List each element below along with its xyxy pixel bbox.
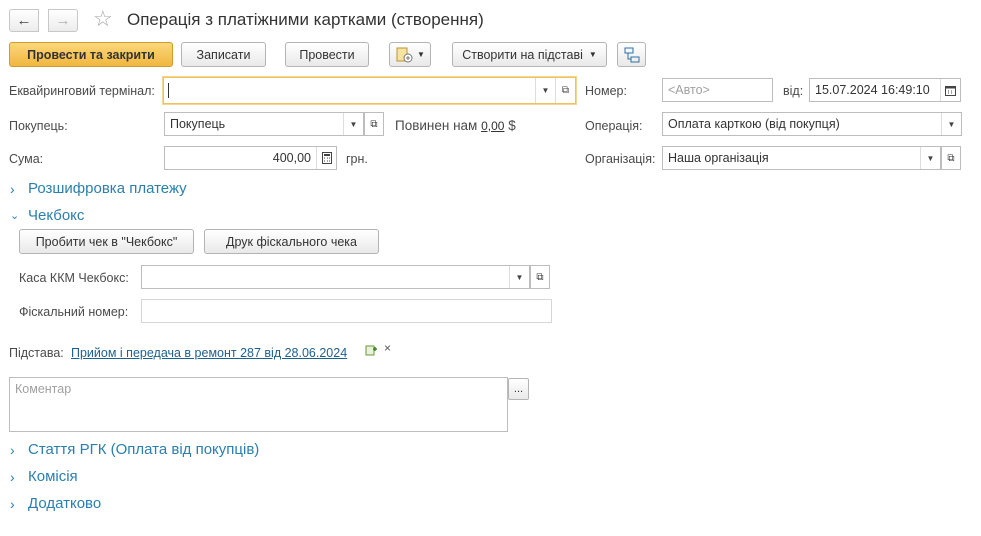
date-label: від:	[783, 84, 804, 98]
date-value: 15.07.2024 16:49:10	[815, 83, 930, 97]
cash-register-field[interactable]: ▼	[141, 265, 530, 289]
structure-button[interactable]	[617, 42, 646, 67]
sum-value: 400,00	[272, 151, 311, 165]
save-button[interactable]: Записати	[181, 42, 266, 67]
section-payment-breakdown[interactable]: › Розшифровка платежу	[10, 180, 187, 197]
date-field[interactable]: 15.07.2024 16:49:10	[809, 78, 961, 102]
dropdown-arrow-icon[interactable]: ▼	[535, 78, 555, 103]
section-checkbox[interactable]: ⌄ Чекбокс	[10, 207, 84, 224]
basis-label: Підстава:	[9, 346, 64, 360]
basis-link[interactable]: Прийом і передача в ремонт 287 від 28.06…	[71, 346, 347, 360]
operation-field[interactable]: Оплата карткою (від покупця) ▼	[662, 112, 962, 136]
print-menu-button[interactable]: ▼	[389, 42, 431, 67]
section-rgk[interactable]: › Стаття РГК (Оплата від покупців)	[10, 441, 259, 458]
add-basis-icon[interactable]	[365, 344, 377, 359]
buyer-value: Покупець	[170, 117, 226, 131]
organization-value: Наша організація	[668, 151, 769, 165]
create-based-on-button[interactable]: Створити на підставі ▼	[452, 42, 607, 67]
operation-label: Операція:	[585, 119, 643, 133]
chevron-right-icon: ›	[10, 180, 15, 197]
section-commission-label: Комісія	[28, 468, 78, 485]
comment-open-button[interactable]: ...	[508, 378, 529, 400]
hierarchy-icon	[624, 47, 639, 62]
section-checkbox-label: Чекбокс	[28, 207, 85, 224]
sum-label: Сума:	[9, 152, 44, 166]
open-icon: ⧉	[947, 152, 955, 164]
fiscal-number-field[interactable]	[141, 299, 552, 323]
dropdown-arrow-icon[interactable]: ▼	[941, 113, 961, 135]
chevron-down-icon: ⌄	[10, 210, 20, 222]
dropdown-arrow-icon[interactable]: ▼	[509, 266, 529, 288]
section-commission[interactable]: › Комісія	[10, 468, 78, 485]
chevron-down-icon: ▼	[588, 50, 597, 59]
section-additional[interactable]: › Додатково	[10, 495, 101, 512]
print-check-checkbox-button[interactable]: Пробити чек в "Чекбокс"	[19, 229, 194, 254]
buyer-label: Покупець:	[9, 119, 68, 133]
fiscal-number-label: Фіскальний номер:	[19, 305, 129, 319]
sum-field[interactable]: 400,00	[164, 146, 337, 170]
owes-text: Повинен нам 0,00 $	[395, 118, 516, 133]
forward-button[interactable]: →	[48, 9, 78, 32]
create-based-on-label: Створити на підставі	[462, 47, 583, 62]
open-icon: ⧉	[370, 118, 378, 130]
comment-placeholder: Коментар	[15, 382, 72, 396]
post-and-close-button[interactable]: Провести та закрити	[9, 42, 173, 67]
text-cursor	[168, 83, 169, 98]
sum-currency: грн.	[346, 152, 368, 166]
chevron-right-icon: ›	[10, 495, 15, 512]
organization-field[interactable]: Наша організація ▼	[662, 146, 941, 170]
section-rgk-label: Стаття РГК (Оплата від покупців)	[28, 441, 260, 458]
chevron-right-icon: ›	[10, 441, 15, 458]
terminal-field[interactable]: ▼ ⧉	[163, 77, 576, 104]
organization-open-button[interactable]: ⧉	[941, 146, 961, 170]
buyer-field[interactable]: Покупець ▼	[164, 112, 364, 136]
dropdown-arrow-icon[interactable]: ▼	[920, 147, 940, 169]
open-icon: ⧉	[536, 271, 544, 283]
number-label: Номер:	[585, 84, 627, 98]
section-payment-breakdown-label: Розшифровка платежу	[28, 180, 187, 197]
cash-register-label: Каса ККМ Чекбокс:	[19, 271, 129, 285]
number-placeholder: <Авто>	[668, 83, 710, 97]
number-field[interactable]: <Авто>	[662, 78, 773, 102]
comment-field[interactable]: Коментар	[9, 377, 508, 432]
organization-label: Організація:	[585, 152, 656, 166]
star-icon[interactable]: ☆	[93, 6, 113, 32]
owes-value[interactable]: 0,00	[481, 119, 504, 133]
arrow-left-icon: ←	[16, 12, 32, 29]
open-icon[interactable]: ⧉	[555, 78, 575, 103]
back-button[interactable]: ←	[9, 9, 39, 32]
operation-value: Оплата карткою (від покупця)	[668, 117, 840, 131]
print-fiscal-check-button[interactable]: Друк фіскального чека	[204, 229, 379, 254]
section-additional-label: Додатково	[28, 495, 102, 512]
arrow-right-icon: →	[55, 12, 71, 29]
document-print-icon	[396, 47, 413, 62]
post-button[interactable]: Провести	[285, 42, 369, 67]
owes-currency: $	[508, 118, 516, 133]
cash-register-open-button[interactable]: ⧉	[530, 265, 550, 289]
chevron-right-icon: ›	[10, 468, 15, 485]
owes-label: Повинен нам	[395, 118, 478, 133]
page-title: Операція з платіжними картками (створенн…	[127, 10, 484, 29]
calculator-icon[interactable]	[316, 147, 336, 169]
calendar-icon[interactable]	[940, 79, 960, 101]
buyer-open-button[interactable]: ⧉	[364, 112, 384, 136]
terminal-label: Еквайринговий термінал:	[9, 84, 155, 98]
chevron-down-icon: ▼	[417, 50, 425, 59]
dropdown-arrow-icon[interactable]: ▼	[343, 113, 363, 135]
clear-basis-icon[interactable]: ×	[384, 341, 391, 355]
